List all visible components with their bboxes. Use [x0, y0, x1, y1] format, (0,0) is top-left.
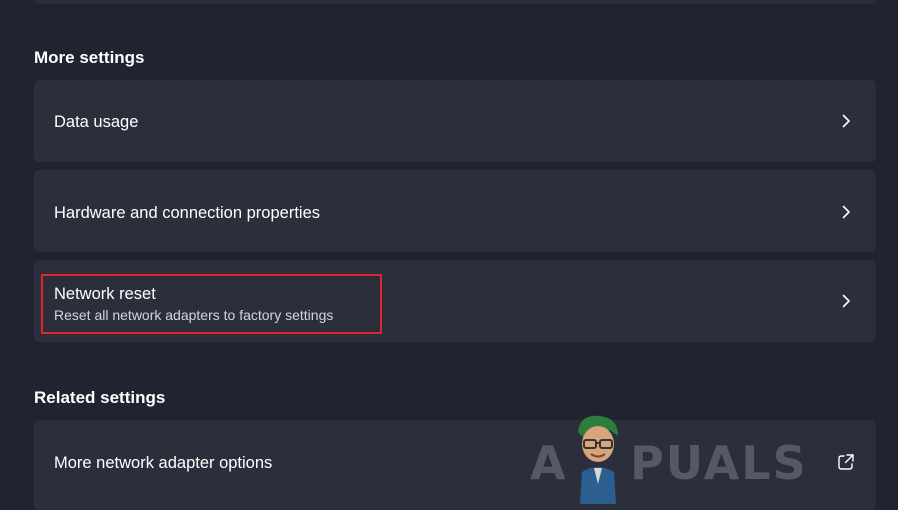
more-settings-heading: More settings: [34, 48, 145, 67]
more-network-adapter-options-card[interactable]: More network adapter options: [34, 420, 876, 510]
open-external-icon: [836, 452, 856, 472]
chevron-right-icon: [838, 293, 854, 309]
network-reset-card[interactable]: Network reset Reset all network adapters…: [34, 260, 876, 342]
more-network-adapter-options-label: More network adapter options: [54, 454, 273, 472]
data-usage-label: Data usage: [54, 113, 139, 131]
previous-card-edge: [34, 0, 876, 4]
data-usage-card[interactable]: Data usage: [34, 80, 876, 162]
related-settings-heading: Related settings: [34, 388, 166, 407]
network-reset-description: Reset all network adapters to factory se…: [54, 307, 334, 323]
chevron-right-icon: [838, 204, 854, 220]
hardware-properties-card[interactable]: Hardware and connection properties: [34, 170, 876, 252]
hardware-properties-label: Hardware and connection properties: [54, 204, 320, 222]
network-reset-label: Network reset: [54, 285, 156, 303]
chevron-right-icon: [838, 113, 854, 129]
